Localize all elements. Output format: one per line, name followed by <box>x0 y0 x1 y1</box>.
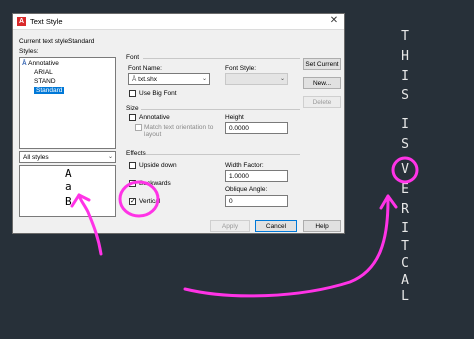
arrow-head-right <box>379 194 398 210</box>
height-label: Height <box>225 114 244 121</box>
new-style-button[interactable]: New... <box>303 77 341 89</box>
vertical-letter: I <box>401 221 409 236</box>
width-factor-input[interactable]: 1.0000 <box>225 170 288 182</box>
current-style-label: Current text style: <box>19 38 70 45</box>
cancel-button[interactable]: Cancel <box>255 220 297 232</box>
vertical-checkbox[interactable]: ✓ <box>129 198 136 205</box>
match-orientation-checkbox[interactable] <box>135 124 142 131</box>
vertical-label: Vertical <box>139 198 161 205</box>
divider <box>141 109 300 110</box>
width-factor-label: Width Factor: <box>225 162 264 169</box>
set-current-button[interactable]: Set Current <box>303 58 341 70</box>
font-style-dropdown[interactable]: ⌄ <box>225 73 288 85</box>
autocad-app-icon: A <box>17 17 26 26</box>
upside-down-checkbox[interactable] <box>129 162 136 169</box>
font-name-label: Font Name: <box>128 65 162 72</box>
font-section-title: Font <box>126 54 140 61</box>
effects-section-title: Effects <box>126 150 146 157</box>
chevron-down-icon: ⌄ <box>279 76 285 82</box>
chevron-down-icon: ⌄ <box>201 76 207 82</box>
list-item[interactable]: Å Annotative <box>22 60 59 67</box>
vertical-letter: S <box>401 88 409 103</box>
vertical-letter: I <box>401 69 409 84</box>
match-orientation-label-2: layout <box>144 131 162 138</box>
vertical-letter: L <box>401 289 409 304</box>
text-style-dialog: A Text Style ✕ Current text style: Stand… <box>12 13 345 234</box>
vertical-letter: R <box>401 202 409 217</box>
upside-down-label: Upside down <box>139 162 177 169</box>
vertical-letter: T <box>401 29 409 44</box>
vertical-letter: V <box>401 162 409 177</box>
backwards-label: Backwards <box>139 180 171 187</box>
shx-font-icon: Å <box>132 76 137 83</box>
dialog-title: Text Style <box>30 17 63 26</box>
vertical-letter: C <box>401 256 409 271</box>
size-section-title: Size <box>126 105 139 112</box>
current-style-value: Standard <box>68 38 95 45</box>
styles-label: Styles: <box>19 48 39 55</box>
preview-letter: a <box>65 180 72 193</box>
match-orientation-label: Match text orientation to <box>144 124 214 131</box>
list-item-selected[interactable]: Standard <box>34 87 65 94</box>
vertical-letter: A <box>401 273 409 288</box>
font-style-label: Font Style: <box>225 65 257 72</box>
vertical-letter: H <box>401 49 409 64</box>
vertical-letter: E <box>401 182 409 197</box>
annotative-checkbox[interactable] <box>129 114 136 121</box>
styles-list[interactable]: Å Annotative ARIAL STAND Standard <box>19 57 116 149</box>
preview-box: A a B <box>19 165 116 217</box>
vertical-letter: I <box>401 117 409 132</box>
list-item[interactable]: ARIAL <box>34 69 53 76</box>
styles-filter-dropdown[interactable]: All styles ⌄ <box>19 151 116 163</box>
divider <box>143 58 300 59</box>
preview-letter: A <box>65 167 72 180</box>
vertical-letter: T <box>401 239 409 254</box>
title-bar: A Text Style ✕ <box>13 14 344 30</box>
delete-style-button[interactable]: Delete <box>303 96 341 108</box>
backwards-checkbox[interactable] <box>129 180 136 187</box>
preview-letter: B <box>65 195 72 208</box>
help-button[interactable]: Help <box>303 220 341 232</box>
annotative-label: Annotative <box>139 114 170 121</box>
divider <box>146 154 300 155</box>
oblique-angle-label: Oblique Angle: <box>225 186 268 193</box>
apply-button[interactable]: Apply <box>210 220 250 232</box>
list-item[interactable]: STAND <box>34 78 56 85</box>
vertical-letter: S <box>401 137 409 152</box>
chevron-down-icon: ⌄ <box>107 154 113 160</box>
use-big-font-label: Use Big Font <box>139 90 177 97</box>
annotative-icon: Å <box>22 60 27 67</box>
use-big-font-checkbox[interactable] <box>129 90 136 97</box>
close-icon[interactable]: ✕ <box>328 15 340 27</box>
height-input[interactable]: 0.0000 <box>225 122 288 134</box>
oblique-angle-input[interactable]: 0 <box>225 195 288 207</box>
font-name-dropdown[interactable]: Å txt.shx ⌄ <box>128 73 210 85</box>
